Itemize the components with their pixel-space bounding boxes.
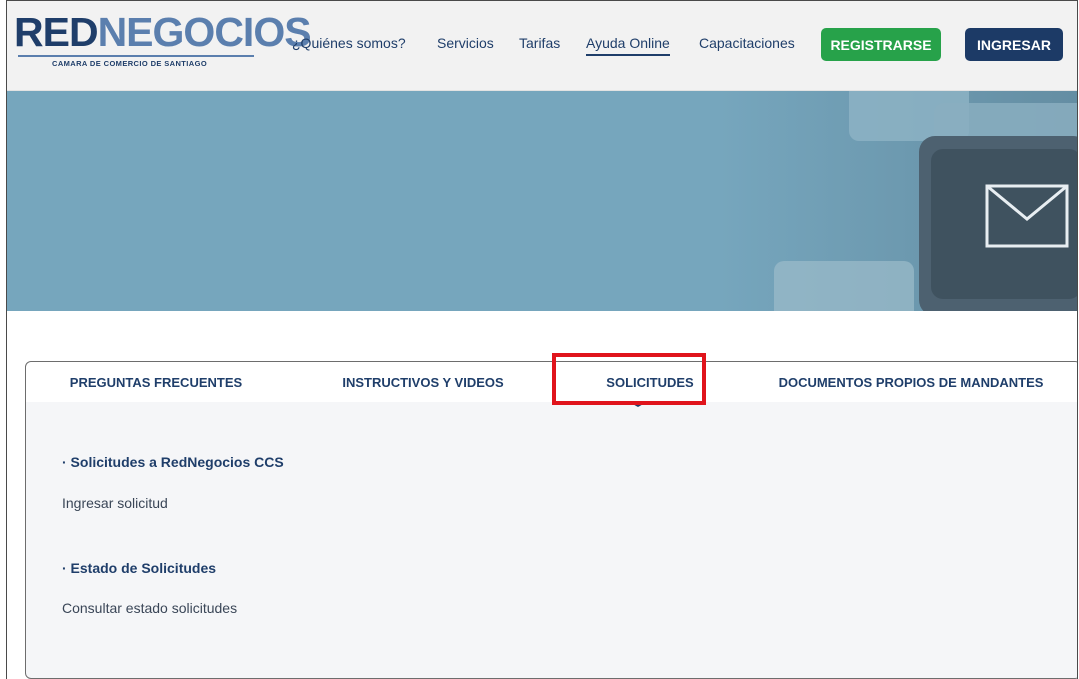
- tab-instructivos-videos[interactable]: INSTRUCTIVOS Y VIDEOS: [288, 362, 558, 402]
- link-consultar-estado[interactable]: Consultar estado solicitudes: [62, 600, 237, 616]
- nav-capacitaciones[interactable]: Capacitaciones: [699, 35, 795, 51]
- nav-quienes-somos[interactable]: ¿Quiénes somos?: [292, 35, 406, 51]
- link-ingresar-solicitud[interactable]: Ingresar solicitud: [62, 495, 168, 511]
- nav-servicios[interactable]: Servicios: [437, 35, 494, 51]
- logo-subtitle: CAMARA DE COMERCIO DE SANTIAGO: [52, 59, 208, 68]
- tab-preguntas-frecuentes[interactable]: PREGUNTAS FRECUENTES: [26, 362, 286, 402]
- tab-documentos-mandantes[interactable]: DOCUMENTOS PROPIOS DE MANDANTES: [742, 362, 1077, 402]
- login-button[interactable]: INGRESAR: [965, 28, 1063, 61]
- site-header: REDNEGOCIOS CAMARA DE COMERCIO DE SANTIA…: [7, 1, 1077, 91]
- help-panel: PREGUNTAS FRECUENTES INSTRUCTIVOS Y VIDE…: [25, 361, 1077, 679]
- register-button[interactable]: REGISTRARSE: [821, 28, 941, 61]
- browser-frame: REDNEGOCIOS CAMARA DE COMERCIO DE SANTIA…: [6, 0, 1078, 679]
- section-title-solicitudes: · Solicitudes a RedNegocios CCS: [62, 454, 284, 470]
- site-logo[interactable]: REDNEGOCIOS CAMARA DE COMERCIO DE SANTIA…: [14, 9, 312, 71]
- hero-banner: [7, 91, 1077, 311]
- logo-wordmark: REDNEGOCIOS: [14, 9, 312, 55]
- nav-tarifas[interactable]: Tarifas: [519, 35, 560, 51]
- nav-ayuda-online[interactable]: Ayuda Online: [586, 35, 670, 56]
- logo-red-text: RED: [14, 9, 99, 55]
- section-title-estado: · Estado de Solicitudes: [62, 560, 217, 576]
- logo-underline: [18, 55, 254, 57]
- keyboard-envelope-illustration: [774, 91, 1077, 311]
- spacer: [7, 311, 1077, 333]
- highlight-box: [552, 353, 706, 405]
- logo-negocios-text: NEGOCIOS: [97, 9, 312, 55]
